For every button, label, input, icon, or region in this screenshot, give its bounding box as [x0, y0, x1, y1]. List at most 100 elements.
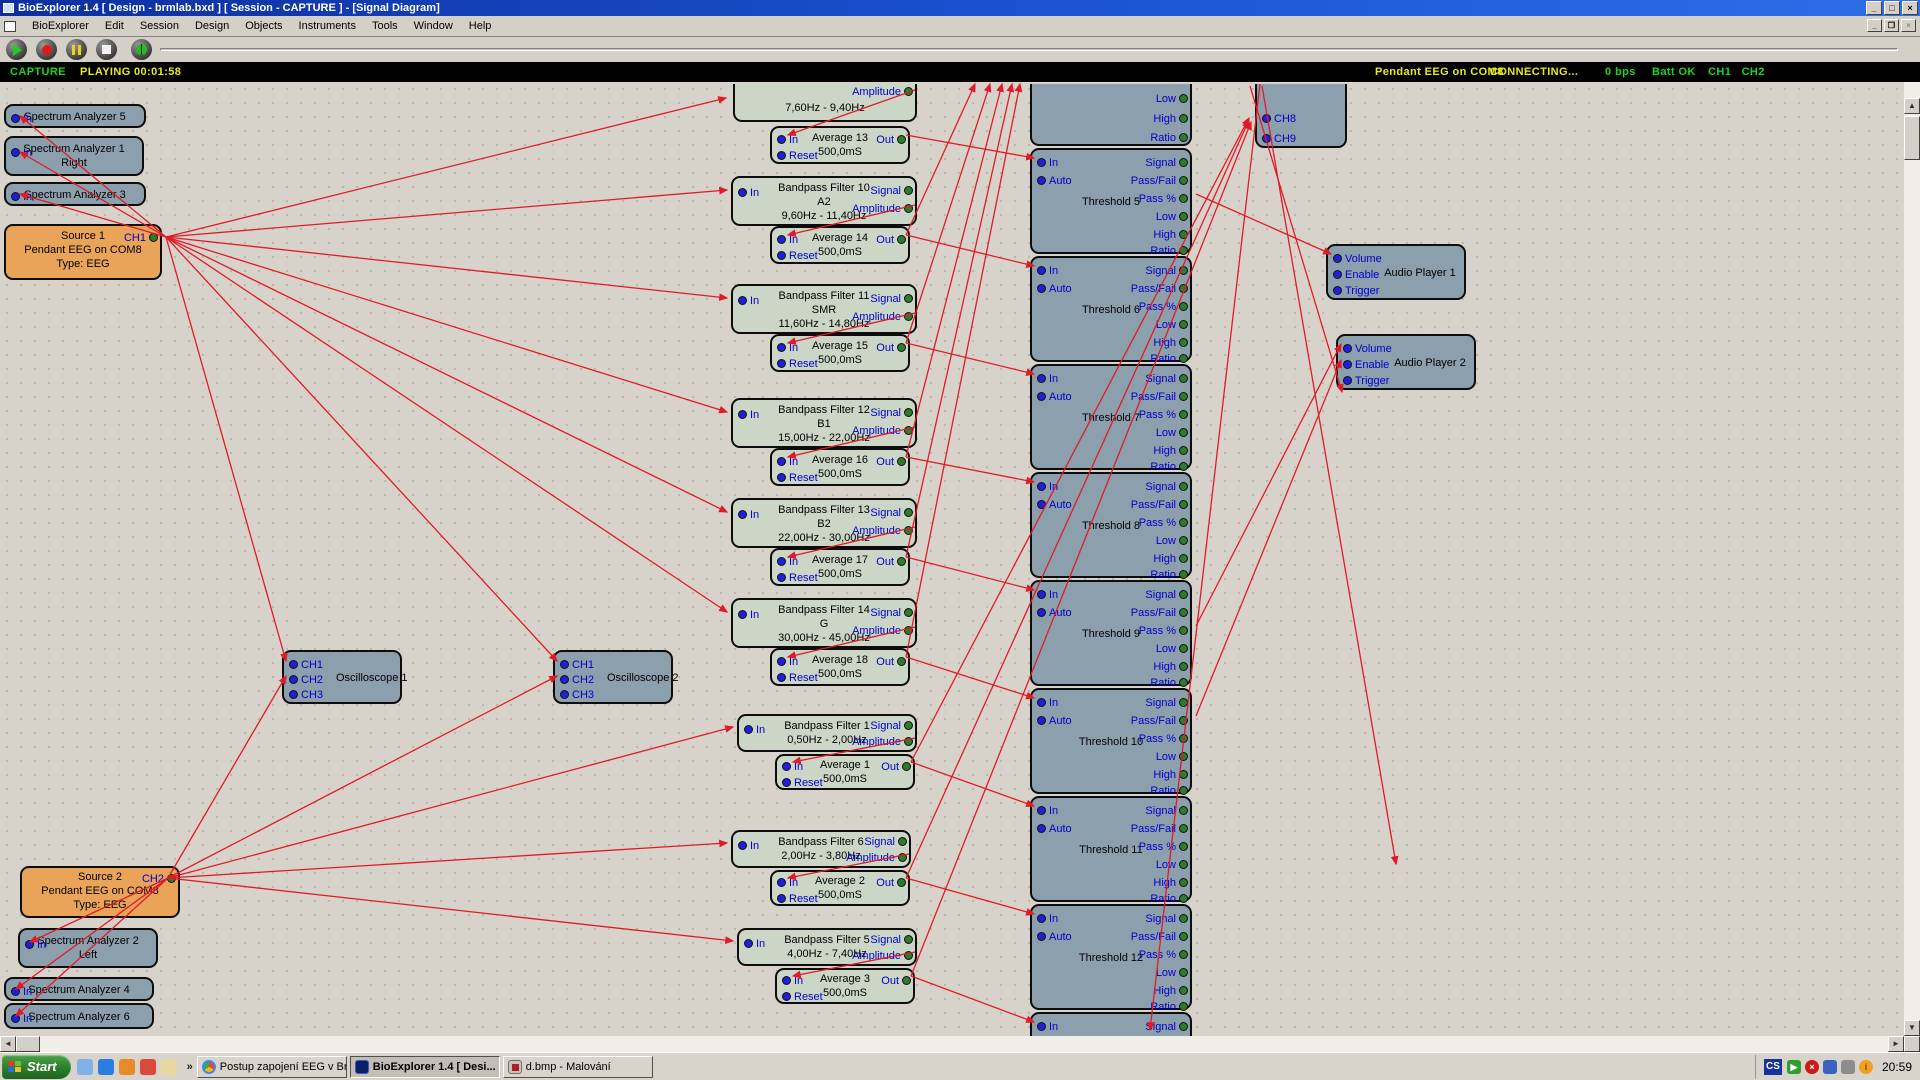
port-dot-icon[interactable]	[1179, 338, 1188, 347]
port-dot-icon[interactable]	[1179, 894, 1188, 903]
spectrum-analyzer-4[interactable]: Spectrum Analyzer 4In	[4, 977, 154, 1001]
average-14[interactable]: Average 14500,0mSInResetOut	[770, 226, 910, 264]
port-dot-icon[interactable]	[777, 135, 786, 144]
port-dot-icon[interactable]	[1179, 554, 1188, 563]
port-dot-icon[interactable]	[289, 660, 298, 669]
child-minimize-button[interactable]: _	[1867, 19, 1882, 32]
trigger-port[interactable]: Trigger	[1333, 284, 1379, 297]
port-dot-icon[interactable]	[777, 673, 786, 682]
in-port[interactable]: In	[11, 146, 32, 159]
bandpass-filter-6[interactable]: Bandpass Filter 62,00Hz - 3,80HzInSignal…	[731, 830, 911, 868]
taskbar-clock[interactable]: 20:59	[1882, 1060, 1912, 1074]
port-dot-icon[interactable]	[1179, 608, 1188, 617]
pass--port[interactable]: Pass %	[1139, 624, 1188, 637]
security-shield-icon[interactable]: ×	[1805, 1060, 1819, 1074]
port-dot-icon[interactable]	[897, 457, 906, 466]
in-port[interactable]: In	[11, 190, 32, 203]
in-port[interactable]: In	[11, 985, 32, 998]
out-port[interactable]: Out	[881, 974, 911, 987]
port-dot-icon[interactable]	[560, 660, 569, 669]
signal-port[interactable]: Signal	[1145, 804, 1188, 817]
port-dot-icon[interactable]	[777, 235, 786, 244]
port-dot-icon[interactable]	[1037, 590, 1046, 599]
port-dot-icon[interactable]	[1333, 254, 1342, 263]
menu-design[interactable]: Design	[187, 17, 237, 35]
auto-port[interactable]: Auto	[1037, 714, 1072, 727]
horizontal-scroll-thumb[interactable]	[16, 1036, 40, 1052]
menu-edit[interactable]: Edit	[97, 17, 132, 35]
port-dot-icon[interactable]	[897, 135, 906, 144]
average-2[interactable]: Average 2500,0mSInResetOut	[770, 870, 910, 906]
port-dot-icon[interactable]	[560, 690, 569, 699]
port-dot-icon[interactable]	[1179, 392, 1188, 401]
pass-fail-port[interactable]: Pass/Fail	[1131, 174, 1188, 187]
network-icon[interactable]	[1823, 1060, 1837, 1074]
high-port[interactable]: High	[1153, 552, 1188, 565]
connect-button[interactable]	[131, 39, 152, 60]
port-dot-icon[interactable]	[897, 235, 906, 244]
high-port[interactable]: High	[1153, 444, 1188, 457]
bandpass-filter-11[interactable]: Bandpass Filter 11SMR11,60Hz - 14,80HzIn…	[731, 284, 917, 334]
ch1-port[interactable]: CH1	[560, 658, 594, 671]
signal-port[interactable]: Signal	[870, 184, 913, 197]
port-dot-icon[interactable]	[1179, 986, 1188, 995]
port-dot-icon[interactable]	[738, 841, 747, 850]
port-dot-icon[interactable]	[902, 762, 911, 771]
out-port[interactable]: Out	[876, 233, 906, 246]
in-port[interactable]: In	[25, 938, 46, 951]
port-dot-icon[interactable]	[1179, 678, 1188, 687]
port-dot-icon[interactable]	[1179, 786, 1188, 795]
port-dot-icon[interactable]	[149, 233, 158, 242]
threshold-12[interactable]: Threshold 12InAutoSignalPass/FailPass %L…	[1030, 904, 1192, 1010]
port-dot-icon[interactable]	[1179, 428, 1188, 437]
info-icon[interactable]: i	[1859, 1060, 1873, 1074]
ch2-port[interactable]: CH2	[289, 673, 323, 686]
port-dot-icon[interactable]	[738, 410, 747, 419]
pass-fail-port[interactable]: Pass/Fail	[1131, 930, 1188, 943]
port-dot-icon[interactable]	[1037, 392, 1046, 401]
port-dot-icon[interactable]	[777, 251, 786, 260]
port-dot-icon[interactable]	[1179, 446, 1188, 455]
signal-port[interactable]: Signal	[870, 933, 913, 946]
signal-port[interactable]: Signal	[1145, 372, 1188, 385]
port-dot-icon[interactable]	[1037, 482, 1046, 491]
port-dot-icon[interactable]	[1179, 770, 1188, 779]
port-dot-icon[interactable]	[1333, 286, 1342, 295]
pass-fail-port[interactable]: Pass/Fail	[1131, 282, 1188, 295]
port-dot-icon[interactable]	[1179, 824, 1188, 833]
port-dot-icon[interactable]	[289, 690, 298, 699]
port-dot-icon[interactable]	[1179, 500, 1188, 509]
port-dot-icon[interactable]	[1179, 932, 1188, 941]
port-dot-icon[interactable]	[898, 853, 907, 862]
signal-port[interactable]: Signal	[1145, 588, 1188, 601]
threshold-5[interactable]: Threshold 5InAutoSignalPass/FailPass %Lo…	[1030, 148, 1192, 254]
port-dot-icon[interactable]	[1179, 518, 1188, 527]
port-dot-icon[interactable]	[289, 675, 298, 684]
port-dot-icon[interactable]	[1179, 878, 1188, 887]
out-port[interactable]: Out	[876, 876, 906, 889]
port-dot-icon[interactable]	[1179, 914, 1188, 923]
trigger-port[interactable]: Trigger	[1343, 374, 1389, 387]
taskbar-task-0[interactable]: Postup zapojení EEG v Br...	[197, 1056, 347, 1078]
audio-player-2[interactable]: Audio Player 2VolumeEnableTrigger	[1336, 334, 1476, 390]
in-port[interactable]: In	[777, 455, 798, 468]
port-dot-icon[interactable]	[1179, 536, 1188, 545]
port-dot-icon[interactable]	[1179, 806, 1188, 815]
in-port[interactable]: In	[777, 876, 798, 889]
port-dot-icon[interactable]	[904, 186, 913, 195]
port-dot-icon[interactable]	[1179, 133, 1188, 142]
port-dot-icon[interactable]	[1179, 354, 1188, 363]
reset-port[interactable]: Reset	[777, 892, 818, 905]
menu-objects[interactable]: Objects	[237, 17, 290, 35]
port-dot-icon[interactable]	[782, 762, 791, 771]
port-dot-icon[interactable]	[904, 294, 913, 303]
ch9-port[interactable]: CH9	[1262, 132, 1296, 145]
updates-icon[interactable]: ▶	[1787, 1060, 1801, 1074]
port-dot-icon[interactable]	[25, 940, 34, 949]
port-dot-icon[interactable]	[738, 296, 747, 305]
port-dot-icon[interactable]	[744, 725, 753, 734]
spectrum-analyzer-6[interactable]: Spectrum Analyzer 6In	[4, 1003, 154, 1029]
spectrum-analyzer-5[interactable]: Spectrum Analyzer 5In	[4, 104, 146, 128]
port-dot-icon[interactable]	[1179, 114, 1188, 123]
port-dot-icon[interactable]	[11, 1014, 20, 1023]
